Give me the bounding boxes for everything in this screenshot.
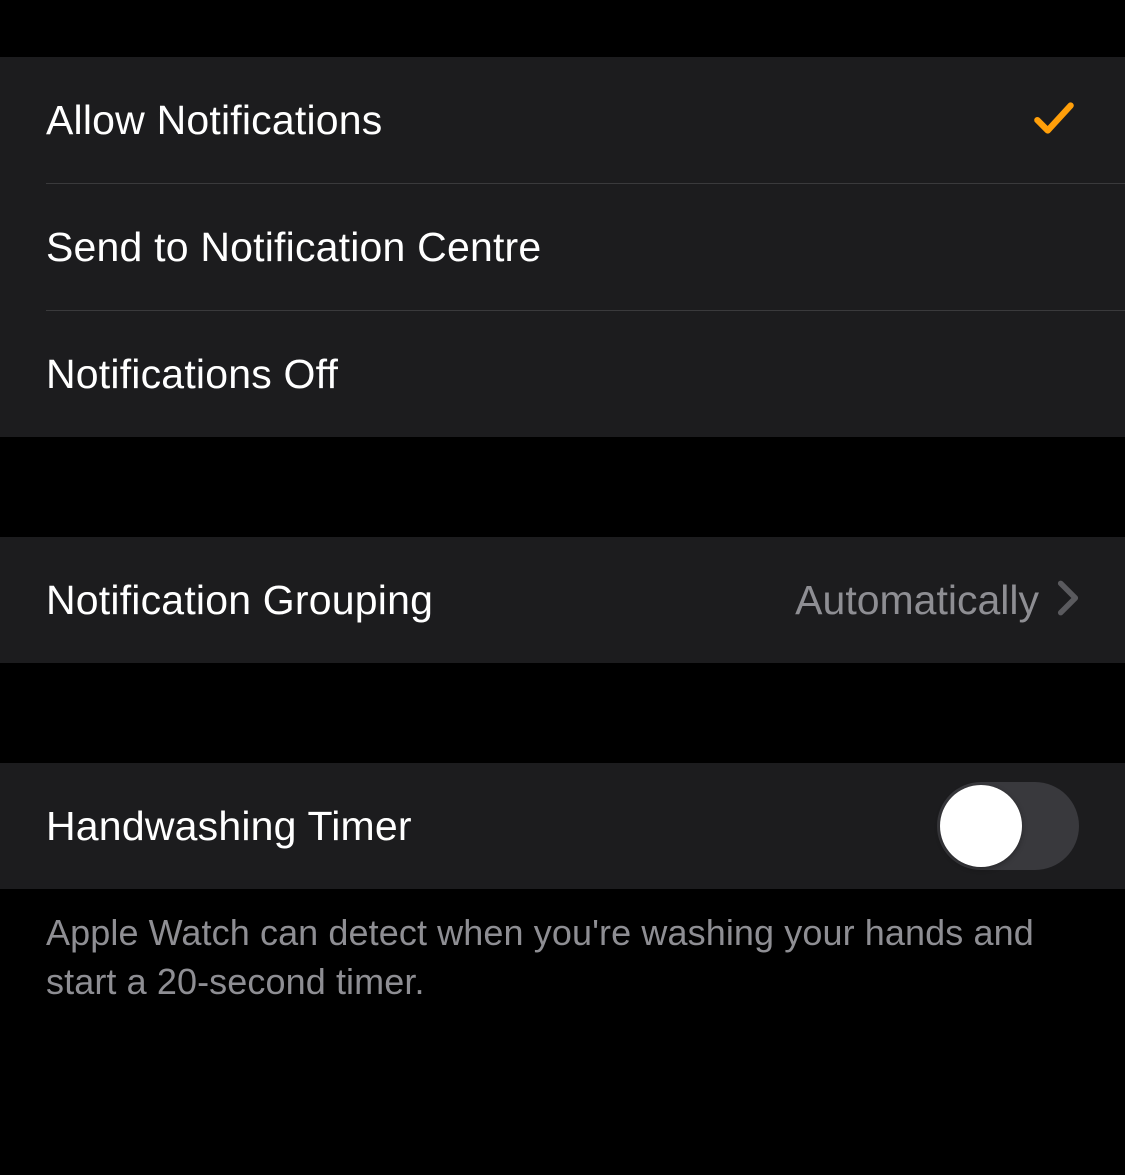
section-gap (0, 437, 1125, 537)
notification-grouping-row[interactable]: Notification Grouping Automatically (0, 537, 1125, 663)
send-to-notification-centre-row[interactable]: Send to Notification Centre (0, 184, 1125, 310)
allow-notifications-label: Allow Notifications (46, 97, 383, 144)
handwashing-footer-text: Apple Watch can detect when you're washi… (0, 889, 1125, 1006)
send-to-notification-centre-label: Send to Notification Centre (46, 224, 541, 271)
notification-options-group: Allow Notifications Send to Notification… (0, 57, 1125, 437)
handwashing-timer-label: Handwashing Timer (46, 803, 412, 850)
notifications-off-row[interactable]: Notifications Off (0, 311, 1125, 437)
notifications-off-label: Notifications Off (46, 351, 338, 398)
toggle-knob (940, 785, 1022, 867)
section-gap (0, 663, 1125, 763)
notification-grouping-label: Notification Grouping (46, 577, 433, 624)
handwashing-group: Handwashing Timer (0, 763, 1125, 889)
notification-grouping-value: Automatically (795, 577, 1039, 624)
handwashing-timer-toggle[interactable] (937, 782, 1079, 870)
row-right-container: Automatically (795, 577, 1079, 624)
checkmark-icon (1029, 93, 1079, 148)
handwashing-timer-row: Handwashing Timer (0, 763, 1125, 889)
chevron-right-icon (1057, 579, 1079, 622)
allow-notifications-row[interactable]: Allow Notifications (0, 57, 1125, 183)
top-spacer (0, 0, 1125, 57)
grouping-group: Notification Grouping Automatically (0, 537, 1125, 663)
